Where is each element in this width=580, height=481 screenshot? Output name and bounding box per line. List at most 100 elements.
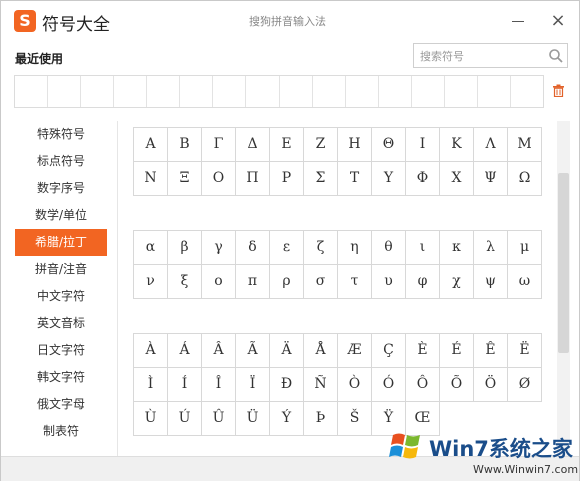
symbol-cell[interactable]: Î (202, 368, 236, 402)
symbol-cell[interactable]: β (168, 231, 202, 265)
symbol-cell[interactable]: Ψ (474, 162, 508, 196)
sidebar-item[interactable]: 希腊/拉丁 (15, 229, 107, 256)
symbol-cell[interactable]: Λ (474, 128, 508, 162)
recent-cell[interactable] (511, 76, 543, 107)
recent-cell[interactable] (114, 76, 148, 107)
search-icon[interactable] (548, 48, 564, 64)
recent-cell[interactable] (147, 76, 181, 107)
symbol-cell[interactable]: Š (338, 402, 372, 436)
symbol-cell[interactable]: Ç (372, 334, 406, 368)
symbol-cell[interactable]: Ã (236, 334, 270, 368)
symbol-cell[interactable]: Þ (304, 402, 338, 436)
symbol-cell[interactable]: Ä (270, 334, 304, 368)
symbol-cell[interactable]: Ñ (304, 368, 338, 402)
symbol-cell[interactable]: λ (474, 231, 508, 265)
recent-cell[interactable] (180, 76, 214, 107)
recent-cell[interactable] (246, 76, 280, 107)
symbol-cell[interactable]: Σ (304, 162, 338, 196)
symbol-cell[interactable]: ξ (168, 265, 202, 299)
symbol-cell[interactable]: Ú (168, 402, 202, 436)
symbol-cell[interactable]: ν (134, 265, 168, 299)
symbol-cell[interactable]: Η (338, 128, 372, 162)
symbol-cell[interactable]: Ο (202, 162, 236, 196)
minimize-button[interactable] (511, 15, 525, 29)
recent-cell[interactable] (313, 76, 346, 107)
symbol-cell[interactable]: Ι (406, 128, 440, 162)
sidebar-item[interactable]: 中文字符 (15, 283, 107, 310)
symbol-cell[interactable]: Ω (508, 162, 542, 196)
symbol-cell[interactable]: Á (168, 334, 202, 368)
sidebar-item[interactable]: 英文音标 (15, 310, 107, 337)
recent-cell[interactable] (48, 76, 82, 107)
close-button[interactable]: × (549, 12, 567, 30)
symbol-cell[interactable]: μ (508, 231, 542, 265)
recent-cell[interactable] (81, 76, 115, 107)
recent-cell[interactable] (346, 76, 379, 107)
symbol-cell[interactable]: π (236, 265, 270, 299)
symbol-cell[interactable]: Ù (134, 402, 168, 436)
symbol-cell[interactable]: Ý (270, 402, 304, 436)
recent-cell[interactable] (379, 76, 412, 107)
symbol-cell[interactable]: À (134, 334, 168, 368)
symbol-cell[interactable]: Τ (338, 162, 372, 196)
symbol-cell[interactable]: κ (440, 231, 474, 265)
search-input[interactable] (420, 47, 540, 65)
symbol-cell[interactable]: Γ (202, 128, 236, 162)
symbol-cell[interactable]: Ð (270, 368, 304, 402)
symbol-cell[interactable]: Æ (338, 334, 372, 368)
symbol-cell[interactable]: σ (304, 265, 338, 299)
symbol-cell[interactable]: Φ (406, 162, 440, 196)
recent-cell[interactable] (213, 76, 247, 107)
symbol-cell[interactable]: Ν (134, 162, 168, 196)
scrollbar[interactable] (557, 121, 570, 456)
recent-cell[interactable] (445, 76, 478, 107)
symbol-cell[interactable]: Ê (474, 334, 508, 368)
symbol-cell[interactable]: Χ (440, 162, 474, 196)
symbol-cell[interactable]: Ó (372, 368, 406, 402)
symbol-cell[interactable]: Å (304, 334, 338, 368)
symbol-cell[interactable]: Ò (338, 368, 372, 402)
symbol-cell[interactable]: Ε (270, 128, 304, 162)
symbol-cell[interactable]: Ρ (270, 162, 304, 196)
symbol-cell[interactable]: Κ (440, 128, 474, 162)
symbol-cell[interactable]: δ (236, 231, 270, 265)
trash-icon[interactable] (552, 84, 565, 97)
symbol-cell[interactable]: Θ (372, 128, 406, 162)
symbol-cell[interactable]: η (338, 231, 372, 265)
symbol-cell[interactable]: Π (236, 162, 270, 196)
symbol-cell[interactable]: φ (406, 265, 440, 299)
symbol-cell[interactable]: ψ (474, 265, 508, 299)
symbol-cell[interactable]: τ (338, 265, 372, 299)
sidebar-item[interactable]: 标点符号 (15, 148, 107, 175)
symbol-cell[interactable]: γ (202, 231, 236, 265)
sidebar-item[interactable]: 制表符 (15, 418, 107, 445)
recent-cell[interactable] (478, 76, 511, 107)
symbol-cell[interactable]: É (440, 334, 474, 368)
search-box[interactable] (413, 43, 568, 68)
symbol-cell[interactable]: ο (202, 265, 236, 299)
symbol-cell[interactable]: Ë (508, 334, 542, 368)
symbol-cell[interactable]: Δ (236, 128, 270, 162)
symbol-cell[interactable]: θ (372, 231, 406, 265)
symbol-cell[interactable]: Û (202, 402, 236, 436)
symbol-cell[interactable]: ω (508, 265, 542, 299)
recent-cell[interactable] (280, 76, 313, 107)
symbol-cell[interactable]: Ξ (168, 162, 202, 196)
recent-cell[interactable] (15, 76, 49, 107)
sidebar-item[interactable]: 俄文字母 (15, 391, 107, 418)
symbol-cell[interactable]: Ï (236, 368, 270, 402)
symbol-cell[interactable]: Ö (474, 368, 508, 402)
scrollbar-thumb[interactable] (558, 173, 569, 353)
symbol-cell[interactable]: Â (202, 334, 236, 368)
sidebar-item[interactable]: 拼音/注音 (15, 256, 107, 283)
symbol-cell[interactable]: υ (372, 265, 406, 299)
symbol-cell[interactable]: È (406, 334, 440, 368)
sidebar-item[interactable]: 特殊符号 (15, 121, 107, 148)
symbol-cell[interactable]: χ (440, 265, 474, 299)
symbol-cell[interactable]: ζ (304, 231, 338, 265)
symbol-cell[interactable]: Ζ (304, 128, 338, 162)
sidebar-item[interactable]: 韩文字符 (15, 364, 107, 391)
symbol-cell[interactable]: Ì (134, 368, 168, 402)
symbol-cell[interactable]: Ø (508, 368, 542, 402)
symbol-cell[interactable]: Υ (372, 162, 406, 196)
